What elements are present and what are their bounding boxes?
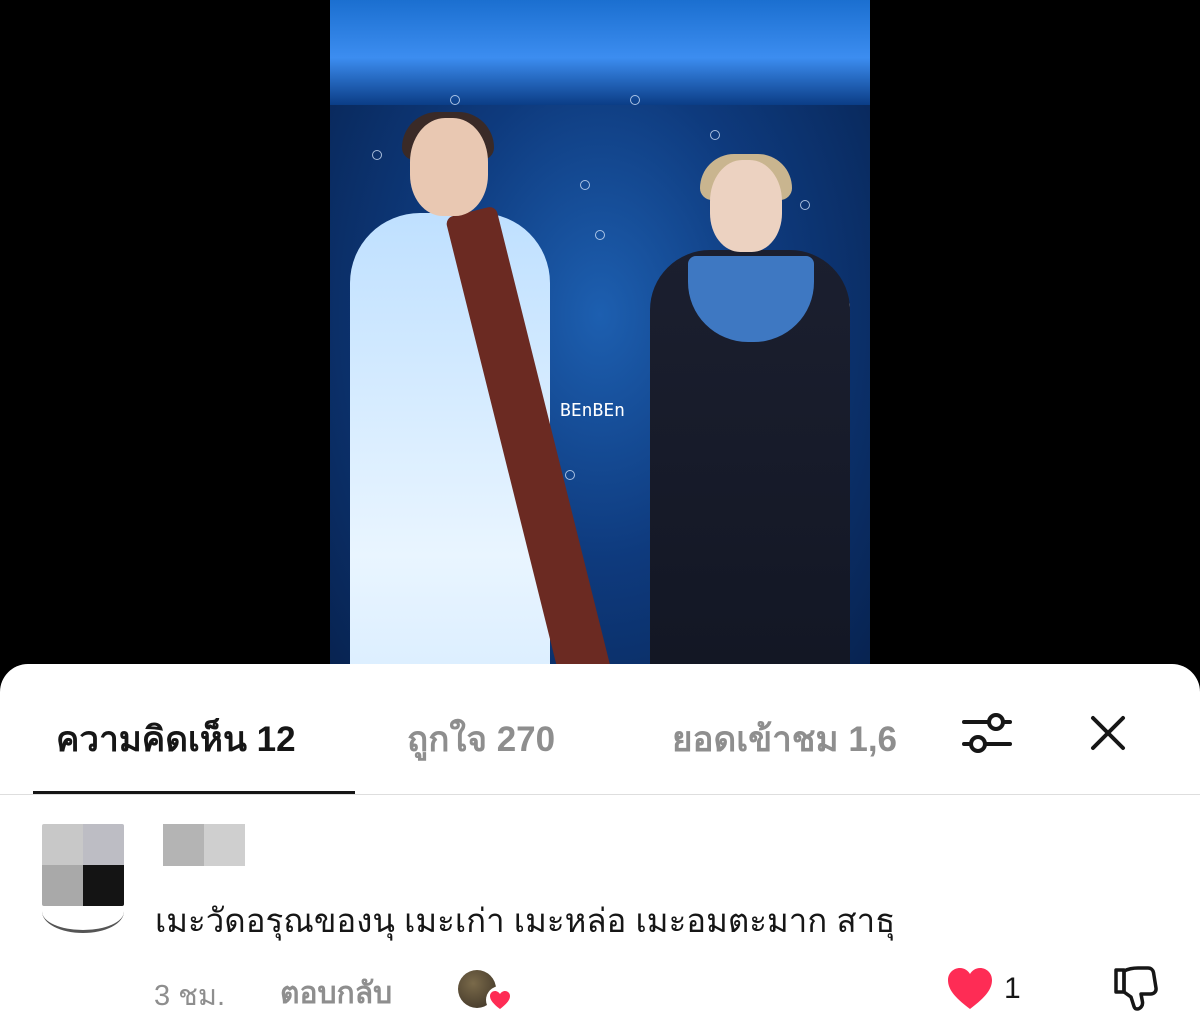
face (710, 160, 782, 252)
username-redacted[interactable] (163, 824, 245, 866)
face (410, 118, 488, 216)
tabs-divider (0, 794, 1200, 795)
sheet-tabs: ความคิดเห็น 12 ถูกใจ 270 ยอดเข้าชม 1,6 (0, 664, 1200, 795)
comment-timestamp: 3 ชม. (154, 980, 226, 1012)
bubble (630, 95, 640, 105)
reply-button[interactable]: ตอบกลับ (280, 970, 392, 1017)
sliders-icon (962, 713, 1012, 753)
video-watermark: BEnBEn (560, 400, 626, 421)
bubble (372, 150, 382, 160)
thumbs-down-icon (1114, 966, 1158, 1011)
bubble (800, 200, 810, 210)
heart-icon (948, 968, 992, 1009)
heart-icon (490, 991, 510, 1009)
like-button[interactable] (945, 966, 995, 1012)
bubble (580, 180, 590, 190)
comment-text: เมะวัดอรุณของนุ เมะเก่า เมะหล่อ เมะอมตะม… (155, 902, 896, 939)
bubble (450, 95, 460, 105)
close-button[interactable] (1085, 710, 1131, 756)
tab-comments[interactable]: ความคิดเห็น 12 (56, 712, 296, 767)
stage-screen (330, 0, 870, 105)
comments-sheet: ความคิดเห็น 12 ถูกใจ 270 ยอดเข้าชม 1,6 เ… (0, 664, 1200, 1030)
video-frame (330, 0, 870, 700)
dislike-button[interactable] (1112, 964, 1160, 1014)
bubble (710, 130, 720, 140)
tab-likes[interactable]: ถูกใจ 270 (407, 712, 555, 767)
bubble (565, 470, 575, 480)
creator-liked-badge (486, 986, 514, 1014)
tab-views[interactable]: ยอดเข้าชม 1,6 (672, 712, 930, 767)
filter-button[interactable] (958, 710, 1016, 756)
video-player[interactable]: BEnBEn (0, 0, 1200, 700)
like-count: 1 (1004, 972, 1021, 1005)
close-icon (1091, 716, 1125, 750)
bubble (595, 230, 605, 240)
avatar-shadow (42, 890, 124, 933)
